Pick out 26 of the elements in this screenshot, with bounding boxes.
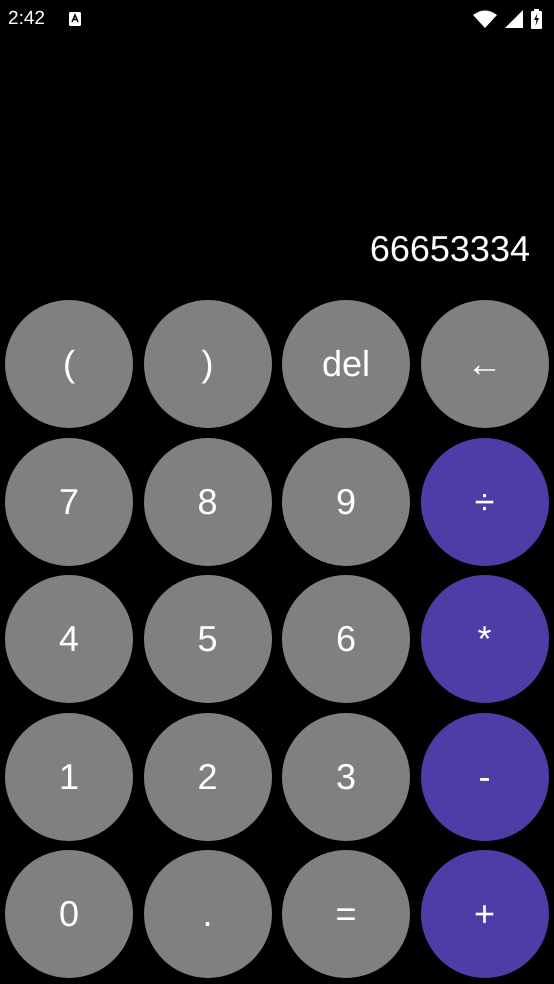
calculator-key[interactable]: -: [420, 712, 548, 840]
calculator-key[interactable]: *: [420, 575, 548, 703]
calculator-key[interactable]: +: [420, 850, 548, 978]
calculator-key[interactable]: 5: [144, 575, 272, 703]
calculator-key[interactable]: .: [144, 850, 272, 978]
calculator-key[interactable]: (: [5, 300, 133, 428]
wifi-icon: [473, 10, 497, 28]
battery-icon: [531, 9, 542, 29]
calculator-key[interactable]: ): [144, 300, 272, 428]
status-time: 2:42: [8, 8, 45, 30]
calculator-key[interactable]: 3: [282, 712, 410, 840]
calculator-key[interactable]: 9: [282, 438, 410, 566]
calculator-key[interactable]: 4: [5, 575, 133, 703]
calculator-key[interactable]: 7: [5, 438, 133, 566]
calculator-key[interactable]: ÷: [420, 438, 548, 566]
calculator-key[interactable]: 8: [144, 438, 272, 566]
calculator-key[interactable]: ←: [420, 300, 548, 428]
calculator-key[interactable]: del: [282, 300, 410, 428]
keyboard-notification-icon: [68, 12, 81, 26]
signal-icon: [505, 10, 523, 28]
calculator-key[interactable]: 2: [144, 712, 272, 840]
calculator-key[interactable]: 0: [5, 850, 133, 978]
calculator-key[interactable]: 6: [282, 575, 410, 703]
display-value: 66653334: [370, 228, 530, 270]
calculator-key[interactable]: 1: [5, 712, 133, 840]
calculator-key[interactable]: =: [282, 850, 410, 978]
